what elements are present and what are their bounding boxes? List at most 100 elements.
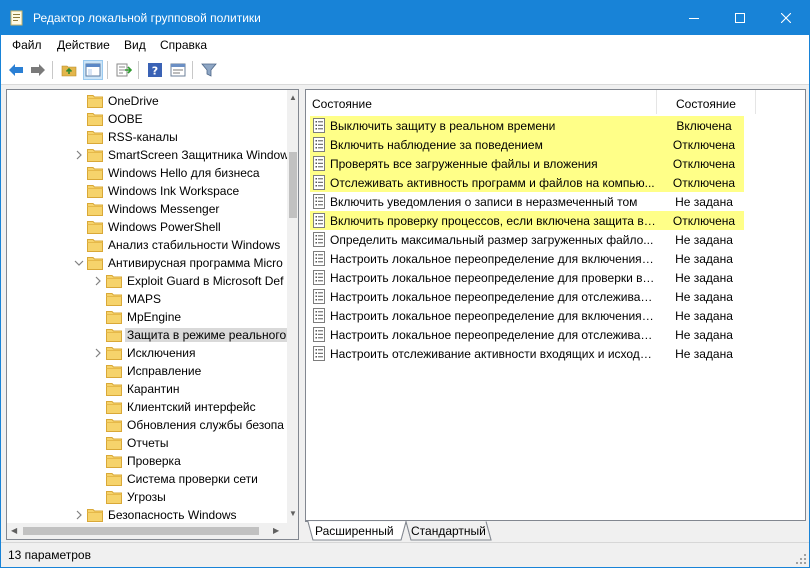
scroll-thumb[interactable] (23, 527, 259, 535)
scroll-left-icon[interactable]: ◀ (11, 527, 17, 535)
scroll-up-icon[interactable]: ▲ (289, 94, 297, 102)
tree-item-label: Система проверки сети (127, 472, 258, 486)
close-button[interactable] (763, 1, 809, 35)
chevron-right-icon[interactable] (92, 347, 104, 359)
policy-row[interactable]: Настроить локальное переопределение для … (310, 325, 744, 344)
tree-item-label: Клиентский интерфейс (127, 400, 256, 414)
chevron-right-icon[interactable] (73, 149, 85, 161)
folder-icon (106, 293, 122, 306)
tree-item[interactable]: Безопасность Windows (7, 506, 287, 524)
maximize-icon (735, 13, 745, 23)
folder-icon (106, 473, 122, 486)
policy-setting-icon (313, 270, 325, 285)
policy-row[interactable]: Включить проверку процессов, если включе… (310, 211, 744, 230)
tree-item[interactable]: Exploit Guard в Microsoft Def (7, 272, 287, 290)
tree-item[interactable]: Проверка (7, 452, 287, 470)
policy-row[interactable]: Настроить локальное переопределение для … (310, 249, 744, 268)
chevron-right-icon[interactable] (92, 275, 104, 287)
policy-row[interactable]: Проверять все загруженные файлы и вложен… (310, 154, 744, 173)
tree-item-label: Обновления службы безопа (127, 418, 284, 432)
tree-item[interactable]: Карантин (7, 380, 287, 398)
policy-state: Отключена (672, 214, 736, 228)
tree-item[interactable]: Анализ стабильности Windows (7, 236, 287, 254)
tree-item-label: Антивирусная программа Micro (108, 256, 283, 270)
tab-standard[interactable]: Стандартный (407, 521, 491, 540)
scroll-thumb[interactable] (289, 152, 297, 218)
tree-item[interactable]: Угрозы (7, 488, 287, 506)
tree-item[interactable]: Windows Ink Workspace (7, 182, 287, 200)
policy-name: Настроить локальное переопределение для … (330, 290, 656, 304)
folder-icon (87, 239, 103, 252)
chevron-right-icon[interactable] (73, 509, 85, 521)
tree-item[interactable]: OneDrive (7, 92, 287, 110)
policy-setting-icon (313, 308, 325, 323)
policy-row[interactable]: Настроить отслеживание активности входящ… (310, 344, 744, 363)
tree-item[interactable]: Обновления службы безопа (7, 416, 287, 434)
tree-item[interactable]: Windows Hello для бизнеса (7, 164, 287, 182)
properties-button[interactable] (168, 60, 188, 80)
chevron-down-icon[interactable] (73, 257, 85, 269)
resize-grip-icon[interactable] (795, 553, 807, 565)
filter-button[interactable] (199, 60, 219, 80)
tree-item[interactable]: RSS-каналы (7, 128, 287, 146)
tree-item[interactable]: Защита в режиме реального (7, 326, 289, 344)
export-list-button[interactable] (114, 60, 134, 80)
up-one-level-button[interactable] (59, 60, 79, 80)
tree-item[interactable]: Windows Messenger (7, 200, 287, 218)
tree-pane[interactable]: OneDrive OOBE RSS-каналы SmartScreen Защитн… (6, 89, 299, 540)
show-hide-tree-button[interactable] (83, 60, 103, 80)
help-button[interactable]: ? (145, 60, 165, 80)
scroll-down-icon[interactable]: ▼ (289, 510, 297, 518)
menu-help[interactable]: Справка (160, 38, 207, 52)
column-divider[interactable] (755, 90, 756, 114)
export-list-icon (116, 63, 132, 77)
folder-icon (106, 365, 122, 378)
folder-icon (87, 257, 103, 270)
tree-item[interactable]: OOBE (7, 110, 287, 128)
tree-item[interactable]: MpEngine (7, 308, 287, 326)
settings-list-pane[interactable]: Состояние Состояние Выключить защиту в р… (305, 89, 806, 521)
tree-item[interactable]: Отчеты (7, 434, 287, 452)
folder-icon (106, 455, 122, 468)
column-header-state[interactable]: Состояние (657, 90, 755, 114)
folder-icon (87, 131, 103, 144)
tree-item[interactable]: Исправление (7, 362, 287, 380)
policy-row[interactable]: Настроить локальное переопределение для … (310, 268, 744, 287)
tree-item[interactable]: SmartScreen Защитника Window (7, 146, 289, 164)
folder-icon (106, 347, 122, 360)
policy-setting-icon (313, 251, 325, 266)
tree-item-label: MAPS (127, 292, 162, 306)
tree-item[interactable]: Исключения (7, 344, 287, 362)
title-bar[interactable]: Редактор локальной групповой политики (1, 1, 809, 35)
policy-row[interactable]: Выключить защиту в реальном времени Включ… (310, 116, 744, 135)
tree-item[interactable]: MAPS (7, 290, 287, 308)
back-button[interactable] (6, 60, 26, 80)
minimize-button[interactable] (671, 1, 717, 35)
tree-item[interactable]: Антивирусная программа Micro (7, 254, 287, 272)
tree-item[interactable]: Система проверки сети (7, 470, 287, 488)
policy-row[interactable]: Включить наблюдение за поведением Отключе… (310, 135, 744, 154)
column-header-name[interactable]: Состояние (306, 90, 656, 114)
show-tree-icon (85, 63, 101, 77)
forward-button[interactable] (28, 60, 48, 80)
tree-item[interactable]: Windows PowerShell (7, 218, 287, 236)
menu-file[interactable]: Файл (12, 38, 42, 52)
maximize-button[interactable] (717, 1, 763, 35)
policy-row[interactable]: Настроить локальное переопределение для … (310, 306, 744, 325)
menu-view[interactable]: Вид (124, 38, 146, 52)
policy-name: Настроить локальное переопределение для … (330, 252, 656, 266)
policy-row[interactable]: Отслеживать активность программ и файлов… (310, 173, 744, 192)
toolbar-separator (52, 61, 53, 79)
policy-row[interactable]: Настроить локальное переопределение для … (310, 287, 744, 306)
tree-vertical-scrollbar[interactable]: ▲ ▼ (287, 90, 298, 523)
policy-row[interactable]: Определить максимальный размер загруженн… (310, 230, 744, 249)
policy-state: Отключена (672, 157, 736, 171)
tree-horizontal-scrollbar[interactable]: ◀ ▶ (7, 523, 287, 539)
tab-extended[interactable]: Расширенный (311, 521, 405, 540)
folder-icon (106, 401, 122, 414)
scroll-right-icon[interactable]: ▶ (273, 527, 279, 535)
policy-row[interactable]: Включить уведомления о записи в неразмеч… (310, 192, 744, 211)
column-header-name-label: Состояние (312, 97, 372, 111)
menu-action[interactable]: Действие (57, 38, 110, 52)
tree-item[interactable]: Клиентский интерфейс (7, 398, 287, 416)
